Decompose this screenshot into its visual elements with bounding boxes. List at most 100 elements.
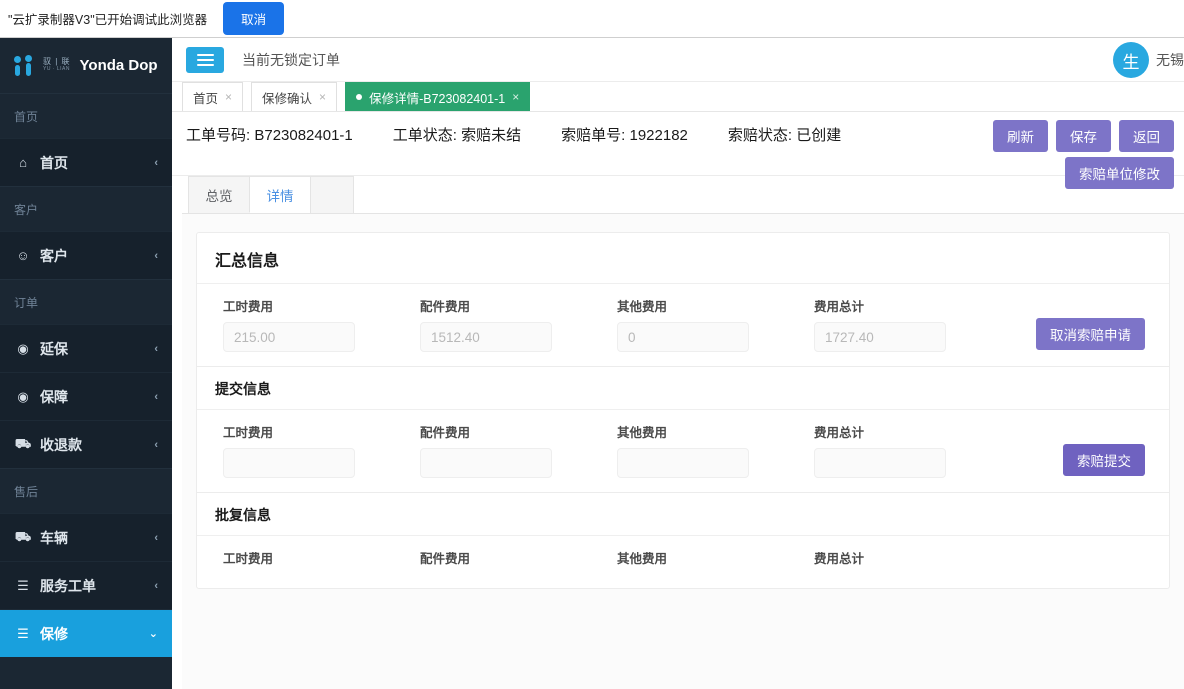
- sidebar-item-label: 延保: [40, 340, 68, 357]
- field-approval-labor-cost: 工时费用: [223, 548, 420, 574]
- summary-action-cell: 取消索赔申请: [1011, 318, 1153, 352]
- close-icon[interactable]: ×: [319, 90, 326, 104]
- user-name: 无锡: [1156, 52, 1184, 68]
- doc-tab-home[interactable]: 首页 ×: [182, 82, 244, 111]
- field-label: 配件费用: [420, 552, 471, 566]
- panel-submit: 提交信息 工时费用 配件费用 其他费用 费用总计 索赔提交: [197, 366, 1169, 492]
- info-label: 工单状态:: [392, 127, 457, 144]
- avatar[interactable]: 生: [1113, 42, 1149, 78]
- sidebar-item-home[interactable]: ⌂ 首页 ‹: [0, 138, 172, 186]
- info-work-order-status: 工单状态: 索赔未结: [393, 124, 521, 145]
- brand-cn-mark: 驭 | 联 YU · LIAN: [43, 58, 71, 72]
- tab-overview[interactable]: 总览: [188, 176, 250, 213]
- active-dot-icon: [356, 94, 363, 100]
- close-icon[interactable]: ×: [225, 90, 232, 104]
- sidebar-item-customer[interactable]: ☺ 客户 ‹: [0, 231, 172, 279]
- claim-submit-button[interactable]: 索赔提交: [1063, 444, 1145, 476]
- field-label: 配件费用: [420, 426, 471, 440]
- yonda-logo-icon: [14, 54, 36, 77]
- user-icon: ☺: [16, 248, 30, 263]
- chevron-left-icon: ‹: [154, 531, 158, 544]
- cancel-claim-request-button[interactable]: 取消索赔申请: [1036, 318, 1145, 350]
- chevron-left-icon: ‹: [154, 579, 158, 592]
- info-value: 索赔未结: [461, 127, 522, 144]
- field-label: 工时费用: [223, 552, 274, 566]
- sidebar-item-vehicle[interactable]: ⛟ 车辆 ‹: [0, 513, 172, 561]
- field-summary-labor-cost: 工时费用: [223, 296, 420, 352]
- clipboard-icon: ☰: [17, 577, 29, 593]
- chevron-left-icon: ‹: [154, 390, 158, 403]
- chevron-left-icon: ‹: [154, 156, 158, 169]
- sidebar-item-service-order[interactable]: ☰ 服务工单 ‹: [0, 561, 172, 609]
- car-icon: ⛟: [14, 435, 32, 451]
- submit-action-cell: 索赔提交: [1011, 444, 1153, 478]
- shield-icon: ◉: [17, 340, 29, 356]
- doc-tab-warranty-detail[interactable]: 保修详情-B723082401-1 ×: [345, 82, 531, 111]
- debug-cancel-button[interactable]: 取消: [223, 2, 285, 35]
- field-summary-other-cost: 其他费用: [617, 296, 814, 352]
- doc-tab-label: 保修详情-B723082401-1: [369, 91, 506, 106]
- brand-logo[interactable]: 驭 | 联 YU · LIAN Yonda Dop: [0, 38, 172, 93]
- sidebar-item-label: 首页: [40, 154, 68, 171]
- sidebar-item-label: 车辆: [40, 529, 68, 546]
- doc-tab-warranty-confirm[interactable]: 保修确认 ×: [251, 82, 338, 111]
- chrome-debug-infobar: "云扩录制器V3"已开始调试此浏览器 取消: [0, 0, 1184, 38]
- app-shell: 驭 | 联 YU · LIAN Yonda Dop 首页 ⌂ 首页 ‹ 客户 ☺…: [0, 38, 1184, 689]
- car-icon: ⛟: [14, 528, 32, 544]
- panel-title-submit: 提交信息: [215, 381, 271, 397]
- panel-approval: 批复信息 工时费用 配件费用 其他费用 费用总计: [197, 492, 1169, 588]
- sidebar-item-payment[interactable]: ⛟ 收退款 ‹: [0, 420, 172, 468]
- topbar-user-area[interactable]: 生 无锡: [1113, 38, 1184, 82]
- claim-unit-modify-button[interactable]: 索赔单位修改: [1065, 157, 1174, 189]
- info-value: B723082401-1: [254, 127, 353, 144]
- sidebar-group-header-customer: 客户: [0, 186, 172, 231]
- field-label: 其他费用: [617, 426, 668, 440]
- header-action-row-2: 索赔单位修改: [1065, 157, 1174, 189]
- info-label: 索赔单号:: [561, 127, 626, 144]
- summary-total-cost-input: [814, 322, 946, 352]
- refresh-button[interactable]: 刷新: [993, 120, 1048, 152]
- field-label: 费用总计: [814, 426, 865, 440]
- tab-detail[interactable]: 详情: [249, 176, 311, 213]
- sidebar-item-label: 服务工单: [40, 577, 96, 594]
- panel-title-approval: 批复信息: [215, 507, 271, 523]
- info-label: 索赔状态:: [727, 127, 793, 144]
- info-label: 工单号码:: [186, 127, 251, 144]
- info-work-order-number: 工单号码: B723082401-1: [186, 124, 353, 145]
- tab-filler: [310, 176, 354, 213]
- header-action-row-1: 刷新 保存 返回: [993, 120, 1174, 152]
- back-button[interactable]: 返回: [1119, 120, 1174, 152]
- doc-tab-label: 保修确认: [262, 91, 313, 106]
- close-icon[interactable]: ×: [512, 90, 519, 104]
- field-label: 其他费用: [617, 300, 668, 314]
- field-submit-total-cost: 费用总计: [814, 422, 1011, 478]
- detail-scroll-area[interactable]: 汇总信息 工时费用 配件费用 其他费: [182, 214, 1184, 689]
- field-label: 工时费用: [223, 300, 274, 314]
- field-label: 费用总计: [814, 552, 865, 566]
- debug-message: "云扩录制器V3"已开始调试此浏览器: [8, 13, 208, 27]
- panel-title-summary: 汇总信息: [215, 253, 280, 270]
- sidebar-item-guarantee[interactable]: ◉ 保障 ‹: [0, 372, 172, 420]
- sidebar-group-header-aftersales: 售后: [0, 468, 172, 513]
- chevron-down-icon: ⌄: [148, 628, 158, 640]
- doc-tab-label: 首页: [193, 91, 219, 106]
- submit-fields-block: 工时费用 配件费用 其他费用 费用总计 索赔提交: [197, 409, 1169, 492]
- submit-labor-cost-input: [223, 448, 355, 478]
- approval-fields-block: 工时费用 配件费用 其他费用 费用总计: [197, 535, 1169, 588]
- sidebar-item-label: 收退款: [40, 436, 82, 453]
- document-tabs: 首页 × 保修确认 × 保修详情-B723082401-1 ×: [172, 82, 1184, 112]
- summary-other-cost-input: [617, 322, 749, 352]
- field-summary-parts-cost: 配件费用: [420, 296, 617, 352]
- brand-cn-sub: YU · LIAN: [43, 66, 71, 73]
- header-action-buttons: 刷新 保存 返回 索赔单位修改: [993, 120, 1174, 189]
- save-button[interactable]: 保存: [1056, 120, 1111, 152]
- field-label: 配件费用: [420, 300, 471, 314]
- submit-parts-cost-input: [420, 448, 552, 478]
- summary-field-row: 工时费用 配件费用 其他费用: [223, 296, 1153, 352]
- menu-toggle-icon[interactable]: [186, 46, 224, 73]
- submit-field-row: 工时费用 配件费用 其他费用 费用总计 索赔提交: [223, 422, 1153, 478]
- sidebar-item-extended-warranty[interactable]: ◉ 延保 ‹: [0, 324, 172, 372]
- sidebar-item-warranty[interactable]: ☰ 保修 ⌄: [0, 609, 172, 657]
- submit-total-cost-input: [814, 448, 946, 478]
- order-info-bar: 工单号码: B723082401-1 工单状态: 索赔未结 索赔单号: 1922…: [172, 112, 1184, 189]
